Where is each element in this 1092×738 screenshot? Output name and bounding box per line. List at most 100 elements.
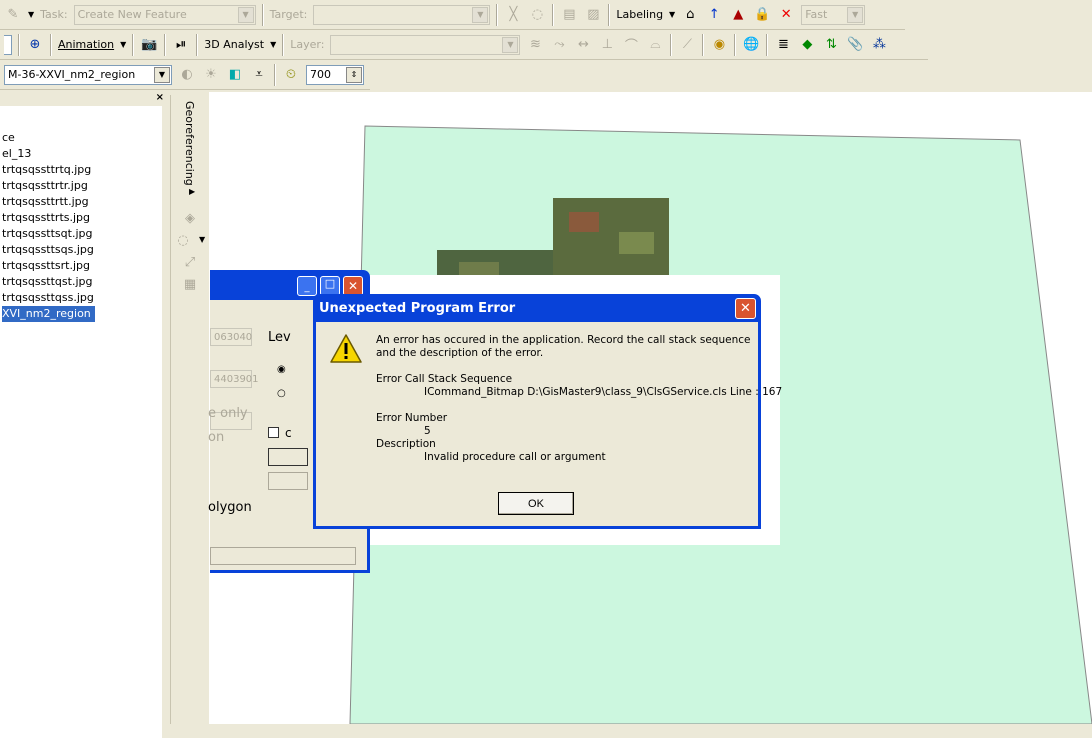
radio-unselected[interactable]: ○ xyxy=(277,388,286,399)
chevron-down-icon: ▼ xyxy=(270,40,277,49)
labeling-menu[interactable]: Labeling ▼ xyxy=(616,8,675,21)
labeling-label: Labeling xyxy=(616,8,664,21)
minimize-button[interactable]: _ xyxy=(297,276,317,296)
attributes-icon[interactable]: ▤ xyxy=(560,6,578,24)
label-weight-icon[interactable]: ▲ xyxy=(729,6,747,24)
interpolate-point-icon[interactable]: ⊥ xyxy=(598,36,616,54)
label-manager-icon[interactable]: ⌂ xyxy=(681,6,699,24)
sketch-properties-icon[interactable]: ▨ xyxy=(584,6,602,24)
diamond-icon[interactable]: ◆ xyxy=(798,36,816,54)
toc-item[interactable]: trtqsqssttqst.jpg xyxy=(0,274,162,290)
coord-field-2[interactable]: 4403901 xyxy=(210,370,259,388)
maximize-button[interactable]: □ xyxy=(320,276,340,296)
toc-item[interactable]: trtqsqssttsqt.jpg xyxy=(0,226,162,242)
checkbox-label: c xyxy=(285,426,292,440)
task-label: Task: xyxy=(40,8,68,21)
rotate-icon[interactable]: ◌ xyxy=(528,6,546,24)
steepest-path-icon[interactable]: ⤳ xyxy=(550,36,568,54)
line-of-sight-icon[interactable]: ↔ xyxy=(574,36,592,54)
effects-layer-value: M-36-XXVI_nm2_region xyxy=(8,68,136,81)
pencil-icon[interactable]: ✎ xyxy=(4,6,22,24)
dialog-title: Unexpected Program Error xyxy=(319,301,516,316)
toc-item[interactable]: ce xyxy=(0,130,162,146)
close-button[interactable]: ✕ xyxy=(735,298,756,319)
chevron-down-icon: ▼ xyxy=(847,6,864,23)
arcglobe-icon[interactable]: 🌐 xyxy=(742,36,760,54)
view-unplaced-icon[interactable]: ✕ xyxy=(777,6,795,24)
toc-item[interactable]: trtqsqssttrts.jpg xyxy=(0,210,162,226)
toc-item[interactable]: el_13 xyxy=(0,146,162,162)
toc-item[interactable]: trtqsqssttsrt.jpg xyxy=(0,258,162,274)
dropdown-arrow-icon[interactable]: ▼ xyxy=(28,10,34,19)
3d-analyst-label: 3D Analyst xyxy=(204,38,265,51)
contour-icon[interactable]: ≋ xyxy=(526,36,544,54)
chevron-down-icon[interactable]: ▼ xyxy=(199,235,205,244)
warning-icon xyxy=(330,334,362,363)
toc-item[interactable]: trtqsqssttrtq.jpg xyxy=(0,162,162,178)
interpolate-line-icon[interactable]: ⌒ xyxy=(622,36,640,54)
swap-icon[interactable]: ⇅ xyxy=(822,36,840,54)
fast-select[interactable]: Fast ▼ xyxy=(801,4,866,25)
3d-analyst-menu[interactable]: 3D Analyst ▼ xyxy=(204,38,276,51)
play-pause-icon[interactable]: ⏯ xyxy=(172,36,190,54)
brightness-icon[interactable]: ☀ xyxy=(202,66,220,84)
toc-item-selected[interactable]: XVI_nm2_region xyxy=(2,306,95,322)
error-number-label: Error Number xyxy=(376,412,448,424)
transparency-icon[interactable]: ◧ xyxy=(226,66,244,84)
checkbox[interactable] xyxy=(268,427,279,438)
georeferencing-toolbar: Georeferencing ▶ ◈ ◌ ▼ ⤢ ▦ xyxy=(170,95,208,724)
toc-item[interactable]: trtqsqssttrtt.jpg xyxy=(0,194,162,210)
stack-value: ICommand_Bitmap D:\GisMaster9\class_9\Cl… xyxy=(424,386,783,398)
layer-label: Layer: xyxy=(290,38,325,51)
lock-labels-icon[interactable]: 🔒 xyxy=(753,6,771,24)
arcscene-icon[interactable]: ◉ xyxy=(710,36,728,54)
paperclip-icon[interactable]: 📎 xyxy=(846,36,864,54)
sketch-tool-icon[interactable]: ╳ xyxy=(504,6,522,24)
animation-label: Animation xyxy=(58,38,115,51)
profile-graph-icon[interactable]: ⟋ xyxy=(678,36,696,54)
ok-button[interactable]: OK xyxy=(498,492,574,515)
shift-icon[interactable]: ⤢ xyxy=(181,253,199,271)
layers-icon[interactable]: ≣ xyxy=(774,36,792,54)
chevron-down-icon: ▼ xyxy=(669,10,676,19)
task-select[interactable]: Create New Feature ▼ xyxy=(73,4,256,25)
contrast-icon[interactable]: ◐ xyxy=(178,66,196,84)
background-button-1[interactable] xyxy=(268,448,308,466)
toc-item[interactable]: trtqsqssttrtr.jpg xyxy=(0,178,162,194)
flicker-icon[interactable]: ⏲ xyxy=(282,66,300,84)
zoom-window-icon[interactable]: ⊕ xyxy=(26,36,44,54)
chevron-down-icon: ▼ xyxy=(472,6,489,23)
georeferencing-label[interactable]: Georeferencing xyxy=(183,101,196,186)
link-table-icon[interactable]: ▦ xyxy=(181,275,199,293)
rotate-icon[interactable]: ◌ xyxy=(174,231,192,249)
coord-field-1[interactable]: 063040 xyxy=(210,328,252,346)
interpolate-polygon-icon[interactable]: ⌓ xyxy=(646,36,664,54)
chevron-right-icon[interactable]: ▶ xyxy=(189,187,195,196)
nodes-icon[interactable]: ⁂ xyxy=(870,36,888,54)
animation-menu[interactable]: Animation ▼ xyxy=(58,38,126,51)
toc-item[interactable]: trtqsqssttqss.jpg xyxy=(0,290,162,306)
layer-select[interactable]: ▼ xyxy=(330,34,521,55)
add-control-point-icon[interactable]: ◈ xyxy=(181,209,199,227)
chevron-down-icon: ▼ xyxy=(154,66,170,83)
camera-icon[interactable]: 📷 xyxy=(140,36,158,54)
target-select[interactable]: ▼ xyxy=(313,4,491,25)
chevron-down-icon: ▼ xyxy=(502,36,519,53)
option-label-only: e only xyxy=(208,406,248,421)
close-button[interactable]: ✕ xyxy=(343,276,363,296)
toc-item[interactable]: trtqsqssttsqs.jpg xyxy=(0,242,162,258)
partial-combo[interactable] xyxy=(4,34,12,55)
dialog-body: An error has occured in the application.… xyxy=(316,322,782,526)
error-dialog: Unexpected Program Error ✕ An error has … xyxy=(313,294,782,529)
radio-selected[interactable]: ◉ xyxy=(277,364,286,375)
fast-value: Fast xyxy=(805,8,828,21)
effects-layer-select[interactable]: M-36-XXVI_nm2_region ▼ xyxy=(4,64,172,85)
task-value: Create New Feature xyxy=(77,8,187,21)
spinner-icon[interactable]: ⇕ xyxy=(346,66,362,83)
flicker-rate-input[interactable]: 700 ⇕ xyxy=(306,64,364,85)
background-button-2[interactable] xyxy=(268,472,308,490)
swipe-icon[interactable]: ⩡ xyxy=(250,66,268,84)
label-priority-icon[interactable]: ↑ xyxy=(705,6,723,24)
chevron-down-icon: ▼ xyxy=(120,40,127,49)
close-icon[interactable]: × xyxy=(156,92,164,103)
